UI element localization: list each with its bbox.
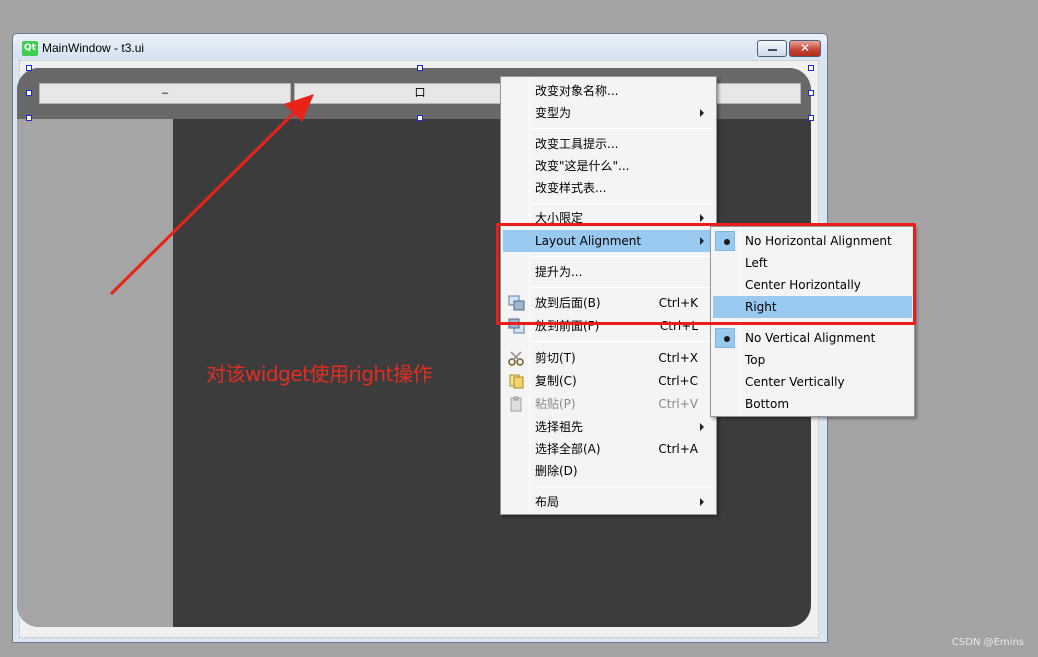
annotation-text: 对该widget使用right操作 bbox=[206, 362, 432, 386]
menu-item-shortcut: Ctrl+X bbox=[658, 351, 698, 365]
menu-item-cut[interactable]: 剪切(T) Ctrl+X bbox=[503, 347, 714, 369]
menu-separator bbox=[531, 341, 713, 342]
menu-item-layout[interactable]: 布局 bbox=[503, 491, 714, 513]
menu-item-label: Top bbox=[745, 353, 766, 367]
submenu-arrow-icon bbox=[700, 498, 704, 506]
highlight-box bbox=[496, 223, 916, 325]
copy-icon bbox=[509, 374, 524, 389]
menu-item-label: 选择全部(A) bbox=[535, 442, 601, 456]
menu-separator bbox=[531, 486, 713, 487]
menu-item-change-tooltip[interactable]: 改变工具提示... bbox=[503, 133, 714, 155]
menu-separator bbox=[531, 203, 713, 204]
menu-item-label: Center Vertically bbox=[745, 375, 845, 389]
menu-item-label: 改变对象名称... bbox=[535, 84, 619, 98]
menu-item-label: 改变样式表... bbox=[535, 181, 607, 195]
menu-item-label: 选择祖先 bbox=[535, 420, 584, 434]
menu-item-label: Bottom bbox=[745, 397, 790, 411]
submenu-item-bottom[interactable]: Bottom bbox=[713, 393, 912, 415]
menu-item-label: 删除(D) bbox=[535, 464, 578, 478]
menu-item-shortcut: Ctrl+C bbox=[658, 374, 698, 388]
submenu-arrow-icon bbox=[700, 214, 704, 222]
menu-item-label: 粘贴(P) bbox=[535, 397, 576, 411]
submenu-item-no-vertical-alignment[interactable]: No Vertical Alignment bbox=[713, 327, 912, 349]
submenu-arrow-icon bbox=[700, 109, 704, 117]
paste-icon bbox=[510, 396, 522, 412]
menu-item-change-object-name[interactable]: 改变对象名称... bbox=[503, 80, 714, 102]
menu-item-copy[interactable]: 复制(C) Ctrl+C bbox=[503, 370, 714, 392]
menu-item-delete[interactable]: 删除(D) bbox=[503, 460, 714, 482]
menu-item-label: 剪切(T) bbox=[535, 351, 576, 365]
menu-item-label: 改变工具提示... bbox=[535, 137, 619, 151]
menu-item-label: 布局 bbox=[535, 495, 560, 509]
submenu-item-top[interactable]: Top bbox=[713, 349, 912, 371]
menu-item-shortcut: Ctrl+V bbox=[658, 397, 698, 411]
menu-item-shortcut: Ctrl+A bbox=[658, 442, 698, 456]
submenu-item-center-vertically[interactable]: Center Vertically bbox=[713, 371, 912, 393]
menu-item-label: 变型为 bbox=[535, 106, 572, 120]
menu-item-label: 改变"这是什么"... bbox=[535, 159, 630, 173]
menu-item-change-whats-this[interactable]: 改变"这是什么"... bbox=[503, 155, 714, 177]
menu-separator bbox=[531, 128, 713, 129]
radio-dot-icon bbox=[724, 336, 730, 342]
menu-item-change-stylesheet[interactable]: 改变样式表... bbox=[503, 177, 714, 199]
menu-item-paste: 粘贴(P) Ctrl+V bbox=[503, 393, 714, 415]
watermark: CSDN @Emins bbox=[951, 637, 1024, 648]
menu-item-label: No Vertical Alignment bbox=[745, 331, 876, 345]
menu-item-select-all[interactable]: 选择全部(A) Ctrl+A bbox=[503, 438, 714, 460]
menu-item-morph-into[interactable]: 变型为 bbox=[503, 102, 714, 124]
scissors-icon bbox=[508, 351, 524, 366]
menu-item-select-ancestor[interactable]: 选择祖先 bbox=[503, 416, 714, 438]
menu-item-label: 复制(C) bbox=[535, 374, 577, 388]
submenu-arrow-icon bbox=[700, 423, 704, 431]
